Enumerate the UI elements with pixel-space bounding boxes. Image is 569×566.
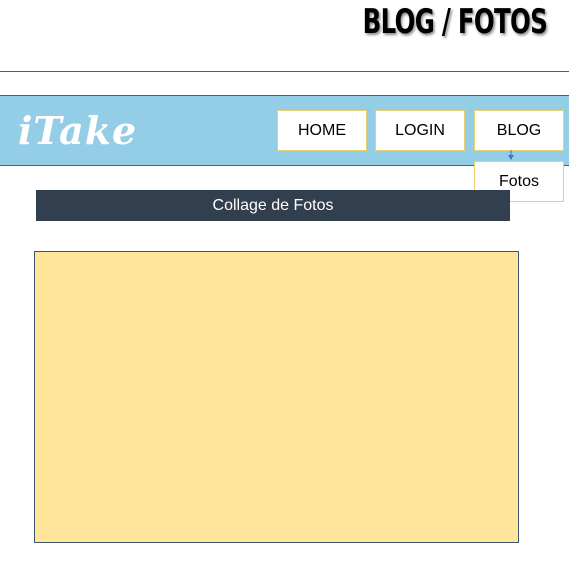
header-divider xyxy=(0,71,569,72)
photo-collage-area xyxy=(34,251,519,543)
navigation-bar: iTake HOME LOGIN BLOG xyxy=(0,95,569,166)
arrow-down-icon xyxy=(508,150,514,160)
logo[interactable]: iTake xyxy=(18,107,137,155)
nav-blog-button[interactable]: BLOG xyxy=(474,110,564,151)
page-title: BLOG / FOTOS xyxy=(362,2,548,42)
section-header: Collage de Fotos xyxy=(36,190,510,221)
nav-login-button[interactable]: LOGIN xyxy=(375,110,465,151)
nav-home-button[interactable]: HOME xyxy=(277,110,367,151)
